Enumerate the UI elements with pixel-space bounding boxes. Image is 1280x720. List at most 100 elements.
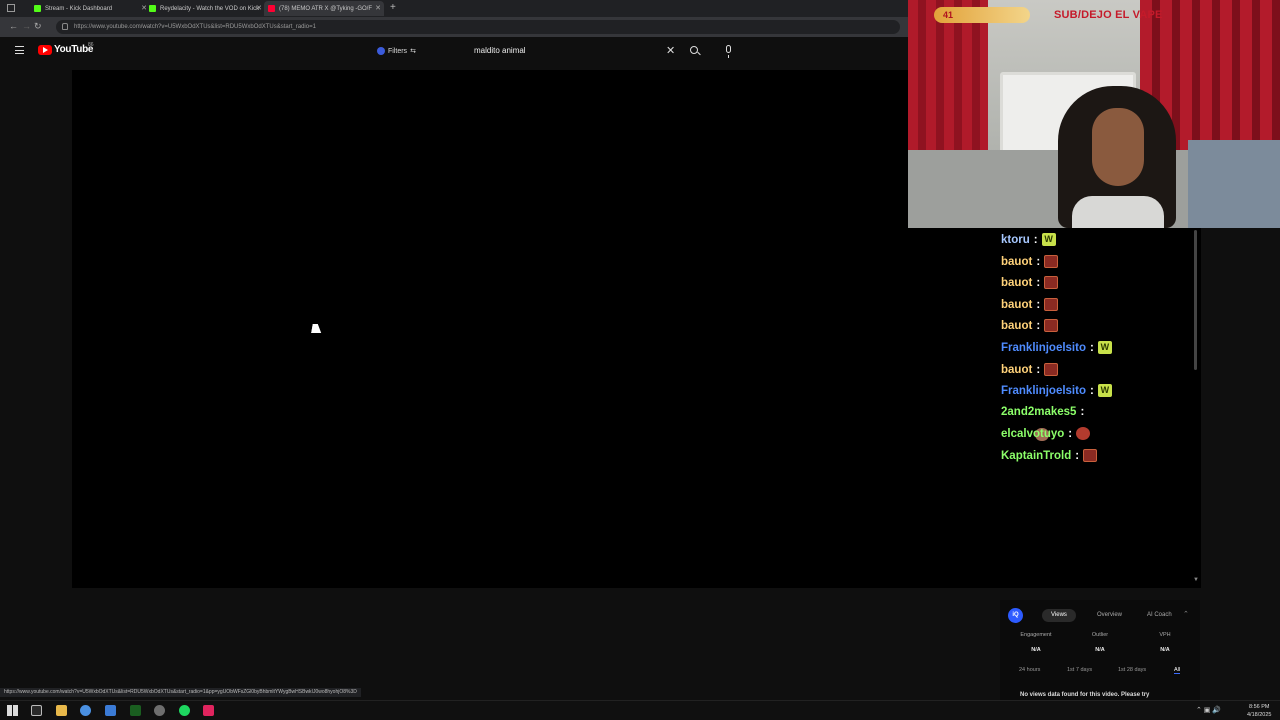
range-first-7-days[interactable]: 1st 7 days	[1067, 667, 1092, 673]
url-text: https://www.youtube.com/watch?v=U5WxbOdX…	[74, 24, 316, 30]
range-first-28-days[interactable]: 1st 28 days	[1118, 667, 1146, 673]
video-player[interactable]	[72, 70, 996, 588]
browser-tab-kick-vod[interactable]: Reydelacity - Watch the VOD on Kick ✕	[145, 1, 265, 16]
system-tray[interactable]: ⌃ ▣ 🔊	[1196, 706, 1221, 714]
empty-state-message: No views data found for this video. Plea…	[1020, 692, 1150, 698]
sub-count-pill: 41	[934, 7, 1030, 23]
clear-search-icon[interactable]: ✕	[666, 44, 675, 57]
browser-tab-kick-dashboard[interactable]: Stream - Kick Dashboard ✕	[30, 1, 150, 16]
system-clock[interactable]: 8:56 PM 4/18/2025	[1247, 703, 1271, 719]
obs-icon[interactable]	[154, 705, 165, 716]
emote-icon	[1044, 255, 1059, 268]
tab-title: Stream - Kick Dashboard	[45, 5, 113, 12]
gnome-emote-icon	[1076, 427, 1091, 440]
emote-icon	[1083, 449, 1098, 462]
forward-arrow-icon[interactable]: →	[22, 21, 31, 31]
address-bar-row: ← → ↻ https://www.youtube.com/watch?v=U5…	[0, 17, 908, 37]
filters-extension-icon	[377, 47, 385, 55]
streamer-shirt	[1072, 196, 1164, 228]
w-emote-icon: W	[1097, 384, 1112, 397]
emote-icon	[1044, 319, 1059, 332]
tab-views[interactable]: Views	[1042, 609, 1076, 622]
range-all[interactable]: All	[1174, 667, 1181, 674]
chat-message: bauot:	[1001, 298, 1059, 311]
emote-icon	[1044, 363, 1059, 376]
collapse-chevron-icon[interactable]: ⌃	[1183, 610, 1189, 618]
scroll-down-arrow-icon[interactable]: ▼	[1193, 577, 1199, 583]
search-input[interactable]: maldito animal	[466, 42, 684, 59]
w-emote-icon: W	[1041, 233, 1056, 246]
sub-goal-text: SUB/DEJO EL VAPE	[1054, 9, 1163, 21]
chat-username[interactable]: Franklinjoelsito	[1001, 385, 1086, 397]
clock-date: 4/18/2025	[1247, 712, 1272, 718]
metric-value: N/A	[1160, 647, 1170, 653]
chat-username[interactable]: ktoru	[1001, 234, 1030, 246]
youtube-favicon-icon	[268, 5, 275, 12]
chat-username[interactable]: 2and2makes5	[1001, 406, 1076, 418]
w-emote-icon: W	[1097, 341, 1112, 354]
chat-scrollbar[interactable]	[1194, 230, 1197, 370]
chat-username[interactable]: bauot	[1001, 364, 1032, 376]
metric-label: Engagement	[1020, 632, 1052, 638]
metric-value: N/A	[1095, 647, 1105, 653]
lock-icon	[62, 23, 68, 30]
chat-message: bauot:	[1001, 363, 1059, 376]
chat-username[interactable]: bauot	[1001, 277, 1032, 289]
url-field[interactable]: https://www.youtube.com/watch?v=U5WxbOdX…	[56, 20, 900, 34]
chat-message: Franklinjoelsito: W	[1001, 341, 1112, 354]
reload-icon[interactable]: ↻	[34, 21, 42, 32]
emote-icon	[1044, 298, 1059, 311]
chat-username[interactable]: bauot	[1001, 256, 1032, 268]
windows-start-icon[interactable]	[7, 705, 18, 716]
chat-username[interactable]: elcalvotuyo	[1001, 428, 1064, 440]
youtube-country-code: 86	[88, 42, 94, 48]
chat-username[interactable]: KaptainTrold	[1001, 450, 1071, 462]
metric-value: N/A	[1031, 647, 1041, 653]
browser-tab-strip: Stream - Kick Dashboard ✕ Reydelacity - …	[0, 0, 908, 17]
sliders-icon: ⇆	[410, 48, 416, 55]
browser-tab-youtube[interactable]: (78) MEMO ATR X @Tyking -GO/F ✕	[264, 1, 384, 16]
tab-close-icon[interactable]: ✕	[256, 4, 262, 12]
metric-label: Outlier	[1091, 632, 1109, 638]
mouse-cursor-icon	[311, 324, 323, 333]
menu-icon[interactable]	[15, 46, 24, 54]
tab-close-icon[interactable]: ✕	[375, 4, 381, 12]
task-view-icon[interactable]	[31, 705, 42, 716]
sub-goal-banner: 41 SUB/DEJO EL VAPE	[908, 4, 1280, 26]
search-icon[interactable]	[690, 46, 698, 54]
metric-label: VPH	[1159, 632, 1171, 638]
range-24-hours[interactable]: 24 hours	[1019, 667, 1040, 673]
streamer-figure	[1058, 86, 1176, 228]
emote-icon	[1044, 276, 1059, 289]
file-explorer-icon[interactable]	[56, 705, 67, 716]
chat-message: bauot:	[1001, 255, 1059, 268]
link-preview-url: https://www.youtube.com/watch?v=U5WxbOdX…	[0, 688, 361, 697]
chat-username[interactable]: Franklinjoelsito	[1001, 342, 1086, 354]
chat-username[interactable]: bauot	[1001, 299, 1032, 311]
shelf	[1188, 140, 1280, 228]
tab-ai-coach[interactable]: AI Coach	[1138, 609, 1181, 622]
chrome-icon[interactable]	[80, 705, 91, 716]
back-arrow-icon[interactable]: ←	[9, 21, 18, 31]
youtube-logo-icon[interactable]	[38, 45, 52, 55]
chat-message: ktoru: W	[1001, 233, 1056, 246]
chat-message: KaptainTrold:	[1001, 449, 1098, 462]
analytics-logo-icon: iQ	[1008, 608, 1023, 623]
spotify-icon[interactable]	[179, 705, 190, 716]
sub-count: 41	[943, 10, 954, 20]
new-tab-button[interactable]: +	[390, 2, 396, 13]
tiktok-live-icon[interactable]	[203, 705, 214, 716]
chat-panel: ktoru: W bauot: bauot: bauot: bauot: Fra…	[996, 228, 1201, 588]
microphone-icon[interactable]	[726, 45, 731, 58]
tab-title: Reydelacity - Watch the VOD on Kick	[160, 5, 260, 12]
clock-time: 8:56 PM	[1248, 704, 1270, 710]
filters-button[interactable]: Filters ⇆	[377, 45, 416, 57]
kick-favicon-icon	[34, 5, 41, 12]
chat-username[interactable]: bauot	[1001, 320, 1032, 332]
app-icon[interactable]	[130, 705, 141, 716]
tab-overview[interactable]: Overview	[1088, 609, 1131, 622]
filters-label: Filters	[388, 47, 408, 55]
app-icon[interactable]	[105, 705, 116, 716]
window-menu-icon[interactable]	[7, 4, 15, 12]
analytics-panel: iQ Views Overview AI Coach ⌃ Engagement …	[1000, 600, 1200, 700]
